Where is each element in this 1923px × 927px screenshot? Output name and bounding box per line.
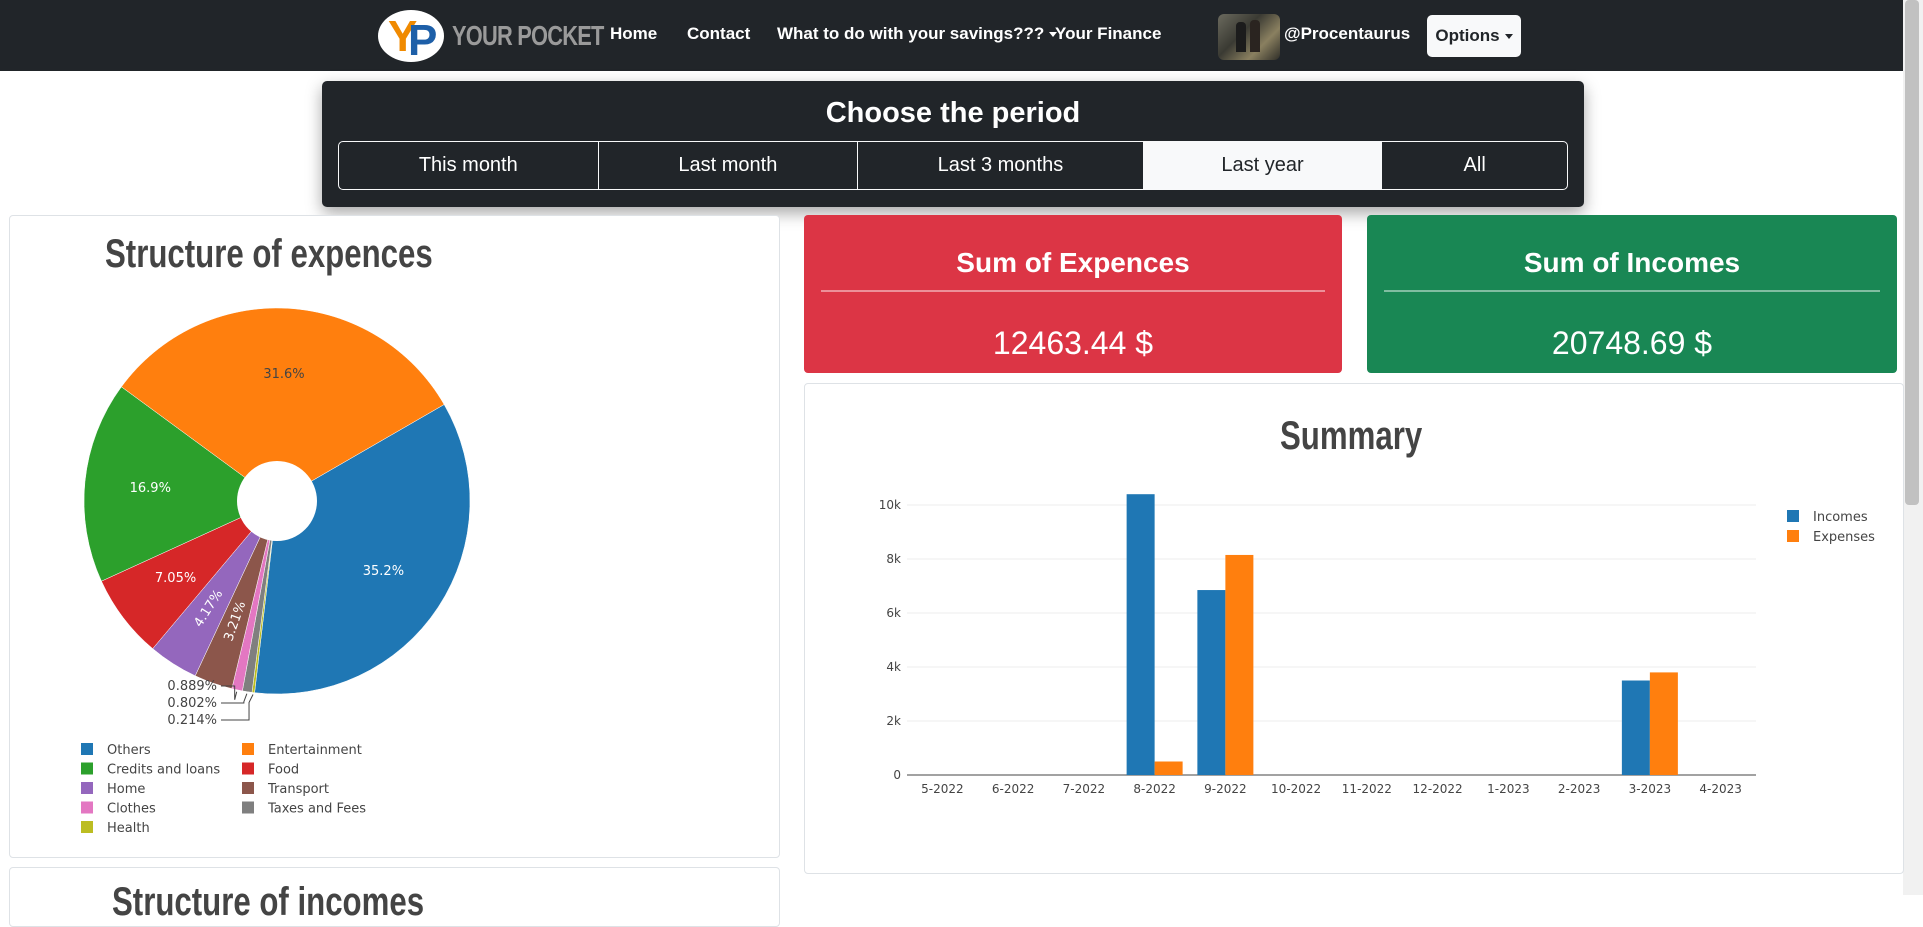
bar-expenses-9-2022[interactable] <box>1225 554 1254 775</box>
period-title: Choose the period <box>825 97 1081 129</box>
legend-swatch[interactable] <box>242 782 254 794</box>
bar-expenses-3-2023[interactable] <box>1649 672 1678 775</box>
bar-incomes-3-2023[interactable] <box>1621 680 1650 776</box>
expenses-structure-card: Structure of expences 35.2% 3.21% 4.17% 7.0… <box>9 215 780 858</box>
nav-home-link[interactable]: Home <box>610 24 657 44</box>
period-all-button[interactable]: All <box>1382 142 1567 189</box>
x-tick-label: 6-2022 <box>992 782 1035 796</box>
legend-item-label[interactable]: Transport <box>267 782 329 797</box>
legend-item-label[interactable]: Home <box>107 782 145 797</box>
legend-swatch[interactable] <box>242 743 254 755</box>
legend-item-label[interactable]: Food <box>268 763 299 778</box>
bar-incomes-9-2022[interactable] <box>1197 590 1226 775</box>
pie-label: 35.2% <box>363 564 404 579</box>
legend-swatch[interactable] <box>81 762 93 775</box>
username[interactable]: @Procentaurus <box>1284 24 1410 44</box>
x-tick-label: 4-2023 <box>1699 782 1742 796</box>
chevron-down-icon <box>1504 33 1513 39</box>
pie-label: 0.802% <box>167 696 217 711</box>
x-tick-label: 5-2022 <box>921 782 964 796</box>
pie-label: 0.889% <box>167 679 217 694</box>
nav-finance-link[interactable]: Your Finance <box>1055 24 1161 44</box>
y-tick-label: 10k <box>879 498 901 512</box>
avatar[interactable] <box>1218 14 1280 60</box>
legend-item-label[interactable]: Expenses <box>1813 530 1875 545</box>
divider <box>1384 290 1880 292</box>
pie-label: 31.6% <box>263 367 304 382</box>
x-tick-label: 2-2023 <box>1558 782 1601 796</box>
summary-card: Summary 0 2k 4k 6k 8k 10k 5-2022 6-2022 7-2022 8-… <box>804 383 1904 874</box>
legend-swatch[interactable] <box>81 743 93 755</box>
legend-item-label[interactable]: Health <box>107 821 150 836</box>
pie-label-leader <box>221 694 254 721</box>
options-button[interactable]: Options <box>1427 15 1521 57</box>
sum-incomes-title: Sum of Incomes <box>1523 247 1741 278</box>
logo-icon: YP <box>378 10 444 62</box>
y-tick-label: 2k <box>886 714 901 728</box>
legend-item-label[interactable]: Incomes <box>1813 510 1868 525</box>
nav-contact-link[interactable]: Contact <box>687 24 750 44</box>
period-selector: Choose the period This month Last month … <box>322 81 1584 207</box>
bar-incomes-8-2022[interactable] <box>1126 494 1155 775</box>
scrollbar-thumb[interactable] <box>1905 0 1919 505</box>
pie-label-leader <box>221 693 248 704</box>
bar-expenses-8-2022[interactable] <box>1154 761 1183 776</box>
y-tick-label: 6k <box>886 606 901 620</box>
sum-expenses-value: 12463.44 $ <box>992 325 1154 361</box>
pie-label: 16.9% <box>130 481 171 496</box>
top-navbar: YP YOUR POCKET Home Contact What to do w… <box>0 0 1903 71</box>
y-tick-label: 0 <box>893 768 901 782</box>
x-tick-label: 12-2022 <box>1413 782 1463 796</box>
pie-hole <box>237 461 317 541</box>
legend-item-label[interactable]: Entertainment <box>268 743 362 758</box>
legend-item-label[interactable]: Taxes and Fees <box>267 802 366 817</box>
options-label: Options <box>1435 26 1500 45</box>
period-last-year-button[interactable]: Last year <box>1143 142 1383 189</box>
period-last-month-button[interactable]: Last month <box>599 142 859 189</box>
divider <box>821 290 1325 292</box>
expenses-pie-chart: 35.2%3.21%4.17%7.05%16.9%31.6%0.889%0.80… <box>81 307 471 836</box>
legend-swatch[interactable] <box>1787 530 1799 542</box>
legend-swatch[interactable] <box>242 762 254 775</box>
sum-expenses-title: Sum of Expences <box>956 247 1190 278</box>
sum-expenses-card: Sum of Expences 12463.44 $ <box>804 215 1342 373</box>
period-this-month-button[interactable]: This month <box>339 142 599 189</box>
x-tick-label: 8-2022 <box>1133 782 1176 796</box>
x-tick-label: 3-2023 <box>1629 782 1672 796</box>
nav-savings-dropdown[interactable]: What to do with your savings??? <box>777 24 1058 44</box>
summary-bar-chart: 0 2k 4k 6k 8k 10k 5-2022 6-2022 7-2022 8-2022 9-20… <box>879 494 1875 796</box>
pie-label: 7.05% <box>155 571 196 586</box>
x-tick-label: 10-2022 <box>1271 782 1321 796</box>
nav-savings-label: What to do with your savings??? <box>777 24 1045 43</box>
x-tick-label: 9-2022 <box>1204 782 1247 796</box>
incomes-structure-card: Structure of incomes <box>9 867 780 927</box>
pie-label: 0.214% <box>167 713 217 728</box>
legend-swatch[interactable] <box>81 801 93 814</box>
y-tick-label: 4k <box>886 660 901 674</box>
legend-swatch[interactable] <box>81 821 93 833</box>
legend-swatch[interactable] <box>1787 510 1799 522</box>
period-last-3-months-button[interactable]: Last 3 months <box>858 142 1144 189</box>
legend-item-label[interactable]: Credits and loans <box>107 763 220 778</box>
legend-swatch[interactable] <box>242 801 254 814</box>
legend-swatch[interactable] <box>81 782 93 794</box>
y-tick-label: 8k <box>886 552 901 566</box>
sum-incomes-value: 20748.69 $ <box>1551 325 1713 361</box>
brand-logo[interactable]: YP YOUR POCKET <box>378 10 646 62</box>
x-tick-label: 1-2023 <box>1487 782 1530 796</box>
incomes-structure-title: Structure of incomes <box>112 880 425 924</box>
brand-text: YOUR POCKET <box>452 20 604 51</box>
x-tick-label: 7-2022 <box>1063 782 1106 796</box>
sum-incomes-card: Sum of Incomes 20748.69 $ <box>1367 215 1897 373</box>
legend-item-label[interactable]: Clothes <box>107 802 156 817</box>
legend-item-label[interactable]: Others <box>107 743 151 758</box>
x-tick-label: 11-2022 <box>1342 782 1392 796</box>
period-button-group: This month Last month Last 3 months Last… <box>338 141 1568 190</box>
